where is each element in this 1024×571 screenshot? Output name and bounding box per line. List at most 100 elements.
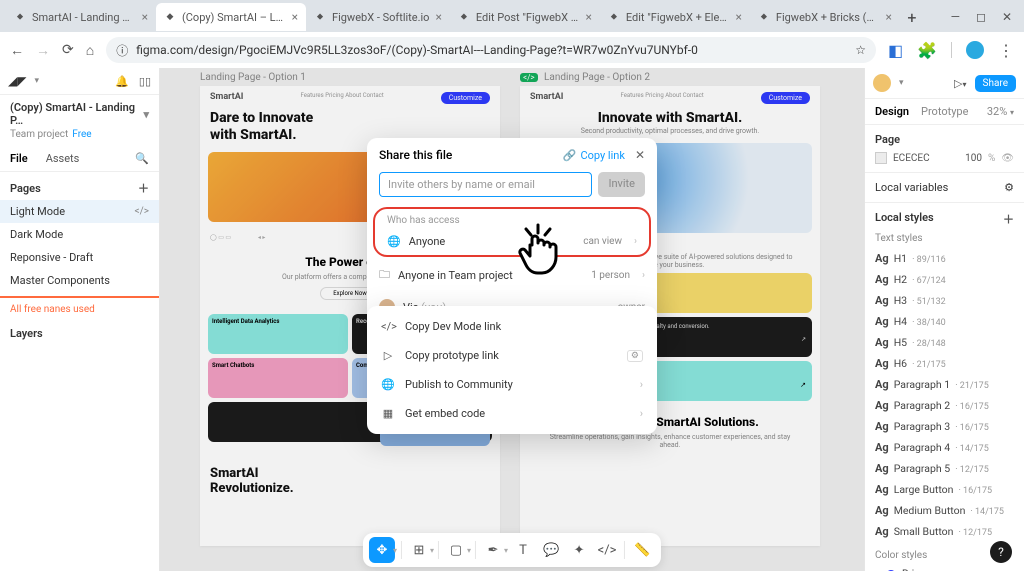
menu-get-embed-code[interactable]: ▦Get embed code›	[367, 399, 657, 428]
color-swatch[interactable]	[875, 152, 887, 164]
forward-button[interactable]: →	[36, 42, 50, 59]
tab-file[interactable]: File	[10, 152, 28, 165]
add-style-button[interactable]: ＋	[1003, 211, 1014, 227]
color-hex[interactable]: ECECEC	[893, 153, 930, 164]
new-tab-button[interactable]: +	[900, 8, 924, 27]
file-title[interactable]: (Copy) SmartAI - Landing P…▾	[0, 95, 159, 129]
bookmark-star-icon[interactable]: ☆	[855, 43, 866, 57]
text-style-row[interactable]: AgParagraph 5 · 12/175	[875, 458, 1014, 479]
reload-button[interactable]: ⟳	[62, 42, 74, 58]
text-style-row[interactable]: AgSmall Button · 12/175	[875, 521, 1014, 542]
text-style-row[interactable]: AgParagraph 1 · 21/175	[875, 374, 1014, 395]
plan-warning[interactable]: All free nanes used	[0, 298, 159, 321]
text-style-row[interactable]: AgLarge Button · 16/175	[875, 479, 1014, 500]
variables-settings-icon[interactable]: ⚙	[1004, 181, 1014, 194]
text-style-row[interactable]: AgH6 · 21/175	[875, 353, 1014, 374]
share-button[interactable]: Share	[975, 75, 1016, 92]
browser-tab[interactable]: ⬥SmartAI - Landing Page - …×	[6, 3, 156, 31]
tab-close[interactable]: ×	[142, 10, 148, 24]
help-button[interactable]: ?	[990, 541, 1012, 563]
browser-tab[interactable]: ⬥Edit Post "FigwebX + Gute…×	[450, 3, 600, 31]
close-window-button[interactable]: ✕	[1002, 10, 1012, 24]
text-style-row[interactable]: AgH1 · 89/116	[875, 248, 1014, 269]
site-info-icon[interactable]: ⓘ	[116, 42, 128, 59]
access-row-anyone[interactable]: 🌐 Anyone can view ›	[375, 228, 649, 255]
tab-prototype[interactable]: Prototype	[921, 105, 968, 118]
move-tool[interactable]: ✥	[369, 537, 395, 563]
tab-close[interactable]: ×	[585, 10, 591, 24]
visibility-icon[interactable]: 👁	[1001, 153, 1014, 164]
text-style-row[interactable]: AgH3 · 51/132	[875, 290, 1014, 311]
page-item[interactable]: Light Mode</>	[0, 200, 159, 223]
url-input[interactable]: ⓘ figma.com/design/PgociEMJVc9R5LL3zos3o…	[106, 37, 876, 63]
shape-tool[interactable]: ▢	[443, 537, 469, 563]
tab-assets[interactable]: Assets	[46, 152, 80, 165]
chevron-down-icon[interactable]: ▾	[899, 78, 904, 88]
tab-design[interactable]: Design	[875, 105, 909, 118]
text-style-row[interactable]: AgParagraph 4 · 14/175	[875, 437, 1014, 458]
dev-mode-icon[interactable]: </>	[135, 206, 149, 217]
comment-tool[interactable]: 💬	[538, 537, 564, 563]
style-name: Paragraph 3	[894, 420, 951, 433]
search-icon[interactable]: 🔍	[135, 152, 149, 165]
text-style-row[interactable]: AgH2 · 67/124	[875, 269, 1014, 290]
actions-tool[interactable]: ✦	[566, 537, 592, 563]
color-style-row[interactable]: ▸Primary	[875, 565, 1014, 571]
add-page-button[interactable]: ＋	[138, 180, 149, 196]
profile-avatar[interactable]	[966, 41, 984, 59]
text-style-row[interactable]: AgParagraph 2 · 16/175	[875, 395, 1014, 416]
notifications-icon[interactable]: 🔔	[115, 75, 129, 88]
layers-section-header[interactable]: Layers	[0, 321, 159, 346]
text-style-row[interactable]: AgH4 · 38/140	[875, 311, 1014, 332]
invite-input[interactable]: Invite others by name or email	[379, 172, 592, 197]
maximize-button[interactable]: ◻	[976, 10, 986, 24]
browser-tab[interactable]: ⬥Edit "FigwebX + Elemento…×	[600, 3, 750, 31]
text-tool[interactable]: T	[510, 537, 536, 563]
page-background-row[interactable]: ECECEC 100 % 👁	[875, 152, 1014, 164]
figma-menu-chevron-icon[interactable]: ▾	[34, 76, 39, 86]
page-item[interactable]: Dark Mode	[0, 223, 159, 246]
back-button[interactable]: ←	[10, 42, 24, 59]
zoom-control[interactable]: 32% ▾	[987, 105, 1014, 118]
browser-menu-icon[interactable]: ⋮	[998, 41, 1014, 60]
ruler-tool[interactable]: 📏	[629, 537, 655, 563]
present-button[interactable]: ▷▾	[954, 77, 966, 90]
menu-copy-dev-link[interactable]: </>Copy Dev Mode link	[367, 312, 657, 341]
color-opacity[interactable]: 100	[965, 153, 982, 164]
user-avatar[interactable]	[873, 74, 891, 92]
dev-mode-toggle[interactable]: </>	[594, 537, 620, 563]
browser-tab[interactable]: ⬥FigwebX + Bricks (Builder) …×	[750, 3, 900, 31]
text-style-row[interactable]: AgH5 · 28/148	[875, 332, 1014, 353]
figma-app: ◢◤ ▾ 🔔 ▯▯ (Copy) SmartAI - Landing P…▾ T…	[0, 68, 1024, 571]
options-badge-icon[interactable]: ⚙	[627, 350, 643, 362]
invite-button[interactable]: Invite	[598, 172, 645, 197]
menu-publish-community[interactable]: 🌐Publish to Community›	[367, 370, 657, 399]
access-row-team[interactable]: 🗀 Anyone in Team project 1 person ›	[367, 259, 657, 292]
frame-tool[interactable]: ⊞	[406, 537, 432, 563]
menu-copy-prototype-link[interactable]: ▷Copy prototype link⚙	[367, 341, 657, 370]
minimize-button[interactable]: —	[951, 10, 960, 24]
tab-close[interactable]: ×	[435, 10, 441, 24]
rp-local-vars[interactable]: Local variables⚙	[865, 173, 1024, 203]
extensions-puzzle-icon[interactable]: 🧩	[917, 41, 937, 60]
pen-tool[interactable]: ✒	[480, 537, 506, 563]
browser-tab-active[interactable]: ◆(Copy) SmartAI – Landing …×	[156, 3, 306, 31]
style-dimensions: · 67/124	[912, 276, 946, 286]
page-item[interactable]: Master Components	[0, 269, 159, 292]
home-button[interactable]: ⌂	[86, 42, 94, 59]
text-style-row[interactable]: AgParagraph 3 · 16/175	[875, 416, 1014, 437]
tab-close[interactable]: ×	[735, 10, 741, 24]
text-style-row[interactable]: AgMedium Button · 14/175	[875, 500, 1014, 521]
browser-tab[interactable]: ⬥FigwebX - Softlite.io×	[306, 3, 450, 31]
tab-close[interactable]: ×	[885, 10, 891, 24]
page-item[interactable]: Reponsive - Draft	[0, 246, 159, 269]
figma-canvas[interactable]: Landing Page - Option 1 </> Landing Page…	[160, 68, 864, 571]
access-permission[interactable]: can view	[583, 236, 622, 247]
close-dialog-button[interactable]: ✕	[635, 148, 645, 162]
team-project-label[interactable]: Team projectFree	[0, 129, 159, 146]
figma-logo-icon[interactable]: ◢◤	[8, 74, 26, 88]
copy-link-button[interactable]: 🔗Copy link	[563, 149, 625, 162]
tab-close[interactable]: ×	[292, 10, 298, 24]
panels-icon[interactable]: ▯▯	[139, 75, 151, 88]
extension-icon[interactable]: ◧	[888, 41, 903, 60]
